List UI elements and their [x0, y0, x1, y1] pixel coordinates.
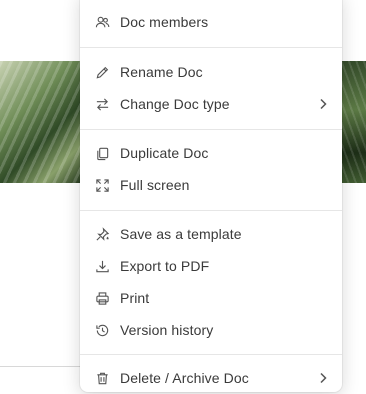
menu-item-change-doc-type[interactable]: Change Doc type — [80, 88, 342, 120]
menu-item-label: Full screen — [120, 177, 190, 193]
chevron-right-icon — [320, 372, 327, 384]
menu-item-export-pdf[interactable]: Export to PDF — [80, 250, 342, 282]
swap-arrows-icon — [94, 96, 110, 112]
chevron-right-icon — [320, 98, 327, 110]
menu-item-label: Rename Doc — [120, 64, 203, 80]
menu-item-delete-archive-doc[interactable]: Delete / Archive Doc — [80, 362, 342, 394]
menu-item-version-history[interactable]: Version history — [80, 314, 342, 346]
page-divider — [0, 366, 80, 367]
pencil-icon — [94, 64, 110, 80]
download-icon — [94, 258, 110, 274]
trash-icon — [94, 370, 110, 386]
menu-item-rename-doc[interactable]: Rename Doc — [80, 56, 342, 88]
printer-icon — [94, 290, 110, 306]
menu-item-label: Doc members — [120, 14, 209, 30]
menu-item-doc-members[interactable]: Doc members — [80, 6, 342, 38]
menu-item-label: Duplicate Doc — [120, 145, 209, 161]
menu-item-print[interactable]: Print — [80, 282, 342, 314]
copy-icon — [94, 145, 110, 161]
doc-options-menu: Doc members Rename Doc Change Doc type D… — [80, 0, 342, 392]
menu-separator — [80, 210, 342, 211]
menu-separator — [80, 47, 342, 48]
history-icon — [94, 322, 110, 338]
menu-item-label: Delete / Archive Doc — [120, 370, 249, 386]
menu-item-full-screen[interactable]: Full screen — [80, 169, 342, 201]
expand-icon — [94, 177, 110, 193]
background-image-right — [340, 61, 366, 183]
menu-item-label: Version history — [120, 322, 214, 338]
background-image-left — [0, 61, 84, 183]
menu-separator — [80, 129, 342, 130]
menu-item-label: Change Doc type — [120, 96, 230, 112]
menu-item-label: Print — [120, 290, 150, 306]
menu-item-label: Export to PDF — [120, 258, 210, 274]
menu-separator — [80, 354, 342, 355]
menu-item-label: Save as a template — [120, 226, 242, 242]
menu-item-save-as-template[interactable]: Save as a template — [80, 218, 342, 250]
people-icon — [94, 14, 110, 30]
template-pin-icon — [94, 226, 110, 242]
menu-item-duplicate-doc[interactable]: Duplicate Doc — [80, 137, 342, 169]
